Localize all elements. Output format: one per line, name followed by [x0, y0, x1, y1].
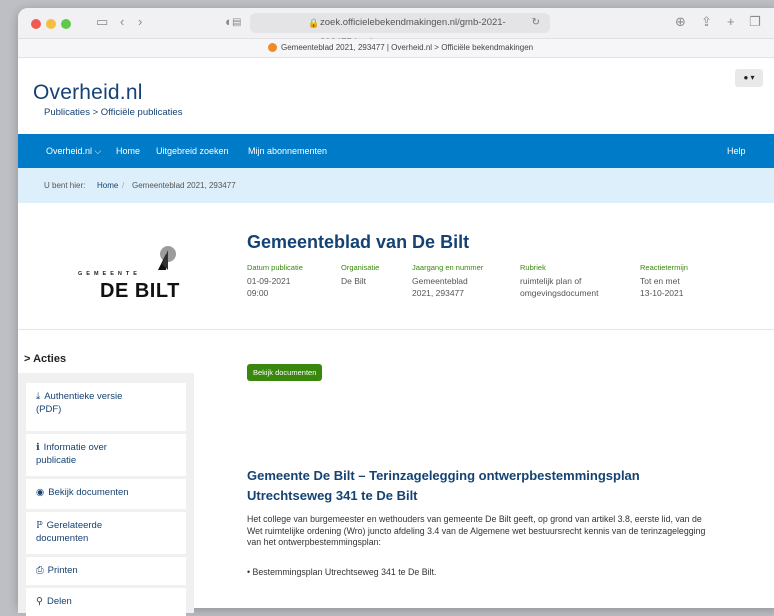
meta-jaargang: Jaargang en nummer Gemeenteblad 2021, 29… [412, 262, 483, 299]
eye-icon: ◉ [36, 487, 45, 498]
lock-icon: 🔒 [308, 18, 320, 28]
breadcrumb-current: Gemeenteblad 2021, 293477 [132, 181, 236, 190]
site-subtitle: Publicaties > Officiële publicaties [44, 107, 183, 118]
breadcrumb-separator: / [122, 181, 125, 190]
meta-value: 01-09-2021 [247, 276, 291, 286]
article-body: Het college van burgemeester en wethoude… [247, 514, 706, 547]
document-header: GEMEENTE DE BILT Gemeenteblad van De Bil… [18, 203, 774, 330]
sidebar-item-label: Bekijk documenten [48, 487, 129, 498]
municipality-label-top: GEMEENTE [78, 271, 141, 277]
meta-value: Gemeenteblad [412, 276, 468, 286]
sidebar-item-label: Gerelateerde [46, 520, 103, 531]
user-icon: ● [743, 73, 749, 82]
sidebar-icon[interactable]: ▭ [96, 14, 108, 30]
info-icon: ℹ [36, 442, 40, 453]
nav-item-mijn-abonnementen[interactable]: Mijn abonnementen [248, 134, 327, 168]
sidebar-item-label: publicatie [36, 455, 77, 466]
sidebar-item-label: Delen [46, 596, 72, 607]
meta-organisatie: Organisatie De Bilt [341, 262, 379, 287]
meta-datum: Datum publicatie 01-09-2021 09:00 [247, 262, 303, 299]
nav-item-home[interactable]: Home [116, 134, 140, 168]
share-icon[interactable]: ⇪ [701, 14, 712, 30]
maximize-window-button[interactable] [61, 19, 71, 29]
address-bar[interactable]: ▤ 🔒 zoek.officielebekendmakingen.nl/gmb-… [232, 13, 550, 48]
printer-icon: ⎙ [36, 565, 44, 576]
tab-title[interactable]: Gemeenteblad 2021, 293477 | Overheid.nl … [281, 39, 533, 57]
tab-bar: Gemeenteblad 2021, 293477 | Overheid.nl … [18, 39, 774, 58]
sidebar-item-informatie[interactable]: ℹ Informatie over publicatie [26, 434, 186, 476]
meta-value: ruimtelijk plan of [520, 276, 582, 286]
meta-value: De Bilt [341, 276, 367, 286]
sidebar-item-printen[interactable]: ⎙ Printen [26, 557, 186, 585]
download-icon[interactable]: ⊕ [675, 14, 686, 30]
actions-sidebar: ⤓ Authentieke versie (PDF) ℹ Informatie ov… [18, 373, 194, 616]
meta-value: 09:00 [247, 288, 269, 298]
browser-titlebar: ▭ ‹ › ◐ ▤ 🔒 zoek.officielebekendmakingen… [18, 8, 774, 48]
share-icon: ⚲ [36, 596, 43, 607]
sidebar-item-delen[interactable]: ⚲ Delen [26, 588, 186, 616]
sidebar-item-label: Authentieke versie [44, 391, 123, 402]
favicon-icon [268, 43, 277, 52]
municipality-label-bottom: DE BILT [100, 280, 180, 302]
page-title: Gemeenteblad van De Bilt [247, 232, 470, 252]
article-bullet: • Bestemmingsplan Utrechtseweg 341 te De… [247, 567, 437, 577]
sidebar-item-gerelateerde[interactable]: ℙ Gerelateerde documenten [26, 512, 186, 554]
breadcrumb-home-link[interactable]: Home [97, 168, 118, 203]
meta-label: Reactietermijn [640, 263, 688, 272]
acties-heading[interactable]: > Acties [24, 353, 66, 365]
tabs-icon[interactable]: ❐ [749, 14, 761, 30]
meta-reactietermijn: Reactietermijn Tot en met 13-10-2021 [640, 262, 688, 299]
reader-icon[interactable]: ▤ [232, 13, 241, 33]
municipality-logo: GEMEENTE DE BILT [70, 240, 200, 302]
back-icon[interactable]: ‹ [120, 14, 124, 29]
chevron-down-icon: ▾ [750, 73, 755, 82]
site-header: Overheid.nl Publicaties > Officiële publ… [18, 58, 774, 134]
forward-icon[interactable]: › [138, 14, 142, 29]
meta-value: 2021, 293477 [412, 288, 464, 298]
main-nav: Overheid.nl ⌵ Home Uitgebreid zoeken Mij… [18, 134, 774, 168]
logo-text[interactable]: Overheid.nl [33, 81, 143, 104]
meta-rubriek: Rubriek ruimtelijk plan of omgevingsdocu… [520, 262, 598, 299]
site-logo[interactable]: Overheid.nl [33, 81, 143, 105]
meta-value: omgevingsdocument [520, 288, 599, 298]
user-menu-button[interactable]: ● ▾ [735, 69, 763, 87]
link-icon: ℙ [36, 520, 43, 531]
meta-label: Organisatie [341, 263, 380, 272]
breadcrumb: U bent hier: Home / Gemeenteblad 2021, 2… [18, 168, 774, 203]
meta-label: Datum publicatie [247, 263, 303, 272]
meta-label: Rubriek [520, 263, 546, 272]
sidebar-item-label: Informatie over [43, 442, 107, 453]
sidebar-item-bekijk-documenten[interactable]: ◉ Bekijk documenten [26, 479, 186, 509]
reload-icon[interactable]: ↻ [532, 13, 540, 33]
breadcrumb-prefix: U bent hier: [44, 181, 86, 190]
sidebar-item-label: Printen [47, 565, 78, 576]
nav-item-overheid[interactable]: Overheid.nl ⌵ [46, 134, 101, 168]
article-title: Gemeente De Bilt – Terinzagelegging ontw… [247, 468, 640, 503]
meta-value: 13-10-2021 [640, 288, 684, 298]
meta-value: Tot en met [640, 276, 680, 286]
nav-item-uitgebreid-zoeken[interactable]: Uitgebreid zoeken [156, 134, 229, 168]
sidebar-item-label: documenten [36, 533, 89, 544]
download-icon: ⤓ [36, 391, 41, 402]
meta-label: Jaargang en nummer [412, 263, 484, 272]
new-tab-icon[interactable]: + [727, 14, 735, 29]
sidebar-item-authentieke-versie[interactable]: ⤓ Authentieke versie (PDF) [26, 383, 186, 431]
close-window-button[interactable] [31, 19, 41, 29]
sidebar-item-label: (PDF) [36, 404, 62, 415]
nav-item-help[interactable]: Help [727, 134, 746, 168]
bekijk-documenten-button[interactable]: Bekijk documenten [247, 364, 323, 381]
minimize-window-button[interactable] [46, 19, 56, 29]
